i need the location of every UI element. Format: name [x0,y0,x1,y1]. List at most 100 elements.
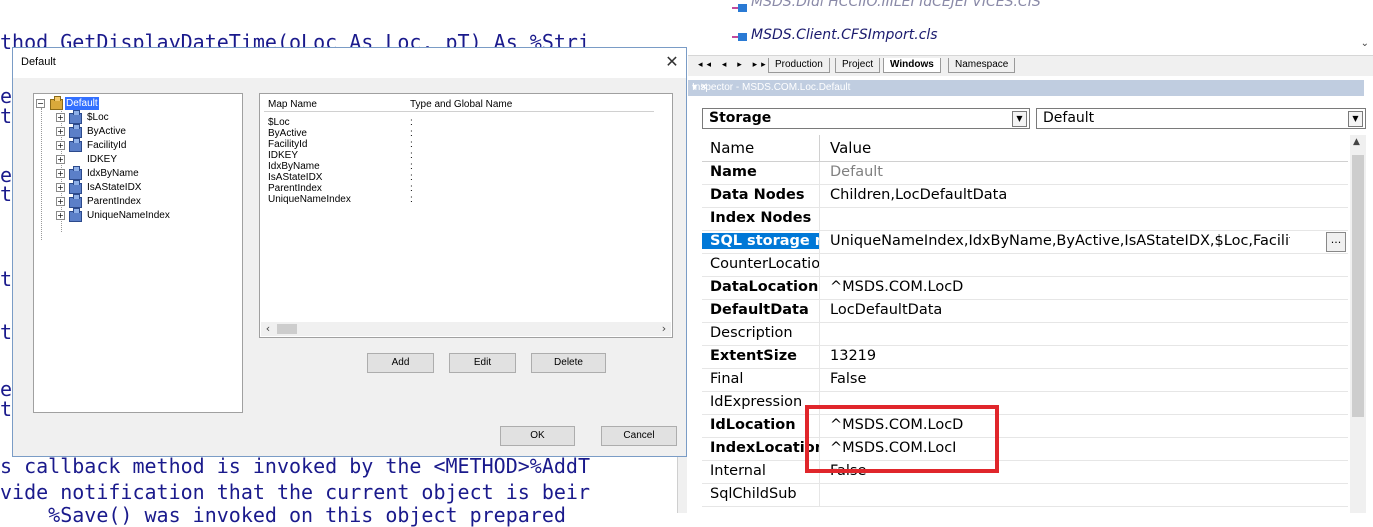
expand-icon[interactable]: + [56,169,65,178]
tree-item[interactable]: + ByActive [56,124,216,138]
tree-item[interactable]: + ParentIndex [56,194,216,208]
tree-item-label: ParentIndex [87,196,141,207]
property-value[interactable]: Default [830,164,1320,180]
map-row-name[interactable]: IsAStateIDX [268,172,322,183]
map-row-name[interactable]: FacilityId [268,139,307,150]
map-row-name[interactable]: IDKEY [268,150,298,161]
tab-nav-arrows[interactable]: ◂◂ ◂ ▸ ▸▸ [698,60,770,70]
property-value[interactable]: Children,LocDefaultData [830,187,1320,203]
tree-item[interactable]: + UniqueNameIndex [56,208,236,222]
tree-item-label: ByActive [87,126,126,137]
scroll-right-icon[interactable]: › [657,322,671,336]
add-button[interactable]: Add [367,353,434,373]
dialog-title: Default [21,56,56,68]
expand-icon[interactable]: + [56,127,65,136]
map-list[interactable]: Map Name Type and Global Name $Loc : ByA… [259,93,673,338]
item-select[interactable]: Default ▼ [1036,108,1366,129]
map-row-name[interactable]: IdxByName [268,161,320,172]
tree-item[interactable]: + $Loc [56,110,216,124]
scroll-left-icon[interactable]: ‹ [261,322,275,336]
property-grid-scrollbar[interactable]: ▲ [1350,135,1366,513]
map-list-header: Map Name Type and Global Name [264,98,654,112]
delete-button[interactable]: Delete [531,353,606,373]
tree-item[interactable]: + IdxByName [56,166,216,180]
code-line: vide notification that the current objec… [0,480,591,504]
chevron-down-icon[interactable]: ⌄ [1361,38,1369,49]
property-name: ExtentSize [710,348,797,364]
property-row[interactable]: Final False [702,369,1348,392]
map-row-name[interactable]: UniqueNameIndex [268,194,351,205]
col-header-name: Name [710,139,755,157]
pin-close-icon[interactable]: ▾ ✕ [692,82,1356,93]
dialog-titlebar[interactable]: Default ✕ [13,48,686,78]
storage-tree[interactable]: − Default + $Loc + ByActive + FacilityId… [33,93,243,413]
expand-icon[interactable]: + [56,211,65,220]
scroll-thumb[interactable] [277,324,297,334]
tree-item[interactable]: + IsAStateIDX [56,180,216,194]
tab-project[interactable]: Project [835,58,881,73]
tree-item[interactable]: + IDKEY [56,153,216,166]
map-icon [69,110,82,124]
map-list-hscrollbar[interactable]: ‹ › [261,322,671,336]
property-value[interactable]: ^MSDS.COM.LocD [830,279,1320,295]
expand-icon[interactable]: + [56,197,65,206]
property-name: IdExpression [710,394,803,410]
property-grid[interactable]: Name Value Name Default Data Nodes Child… [702,135,1358,513]
expand-icon[interactable]: + [56,113,65,122]
expand-icon[interactable]: + [56,183,65,192]
property-row[interactable]: IdLocation ^MSDS.COM.LocD [702,415,1348,438]
col-header-map-name[interactable]: Map Name [268,99,317,110]
property-row[interactable]: Name Default [702,162,1348,185]
tab-namespace[interactable]: Namespace [948,58,1016,73]
property-row-selected[interactable]: SQL storage m UniqueNameIndex,IdxByName,… [702,231,1348,254]
tab-production[interactable]: Production [768,58,830,73]
map-icon [69,194,82,208]
col-header-type[interactable]: Type and Global Name [410,99,512,110]
category-select[interactable]: Storage ▼ [702,108,1030,129]
property-value[interactable]: LocDefaultData [830,302,1320,318]
cancel-button[interactable]: Cancel [601,426,677,446]
tree-item[interactable]: + FacilityId [56,138,216,152]
property-row[interactable]: Description [702,323,1348,346]
class-tree-item[interactable]: MSDS.Client.CFSImport.cls [751,27,938,43]
property-row[interactable]: Internal False [702,461,1348,484]
expand-icon[interactable]: + [56,141,65,150]
property-row[interactable]: DefaultData LocDefaultData [702,300,1348,323]
property-row[interactable]: IndexLocation ^MSDS.COM.LocI [702,438,1348,461]
red-highlight-annotation [805,405,999,473]
ellipsis-button[interactable]: ... [1326,232,1346,252]
property-name: IndexLocation [710,440,820,456]
edit-button[interactable]: Edit [449,353,516,373]
map-row-name[interactable]: ParentIndex [268,183,322,194]
chevron-down-icon[interactable]: ▼ [1012,111,1027,127]
property-row[interactable]: IdExpression [702,392,1348,415]
property-value[interactable]: False [830,371,1320,387]
map-row-name[interactable]: $Loc [268,117,290,128]
ok-button[interactable]: OK [500,426,575,446]
property-row[interactable]: CounterLocatio [702,254,1348,277]
class-tree-item[interactable]: MSDS.DIdl HCCIIO.IIILEI IdCEJEI VICES.CI… [751,0,1041,10]
collapse-icon[interactable]: − [36,99,45,108]
map-row-name[interactable]: ByActive [268,128,307,139]
tree-root[interactable]: − Default [36,96,136,110]
property-name: Final [710,371,744,387]
property-row[interactable]: Index Nodes [702,208,1348,231]
scroll-thumb[interactable] [1352,155,1364,417]
property-row[interactable]: SqlChildSub [702,484,1348,507]
property-row[interactable]: Data Nodes Children,LocDefaultData [702,185,1348,208]
class-tree[interactable]: MSDS.DIdl HCCIIO.IIILEI IdCEJEI VICES.CI… [688,0,1373,55]
close-icon[interactable]: ✕ [660,51,684,73]
category-value: Storage [709,110,772,126]
inspector-titlebar[interactable]: Inspector - MSDS.COM.Loc.Default ▾ ✕ [688,80,1364,96]
property-value[interactable]: 13219 [830,348,1320,364]
property-value[interactable]: UniqueNameIndex,IdxByName,ByActive,IsASt… [830,233,1290,249]
class-file-icon [732,33,747,41]
property-row[interactable]: DataLocation ^MSDS.COM.LocD [702,277,1348,300]
chevron-down-icon[interactable]: ▼ [1348,111,1363,127]
code-line: s callback method is invoked by the <MET… [0,454,591,478]
map-row-type: : [410,139,413,150]
tab-windows[interactable]: Windows [883,58,941,73]
property-row[interactable]: ExtentSize 13219 [702,346,1348,369]
chevron-up-icon[interactable]: ▲ [1353,137,1360,147]
expand-icon[interactable]: + [56,155,65,164]
